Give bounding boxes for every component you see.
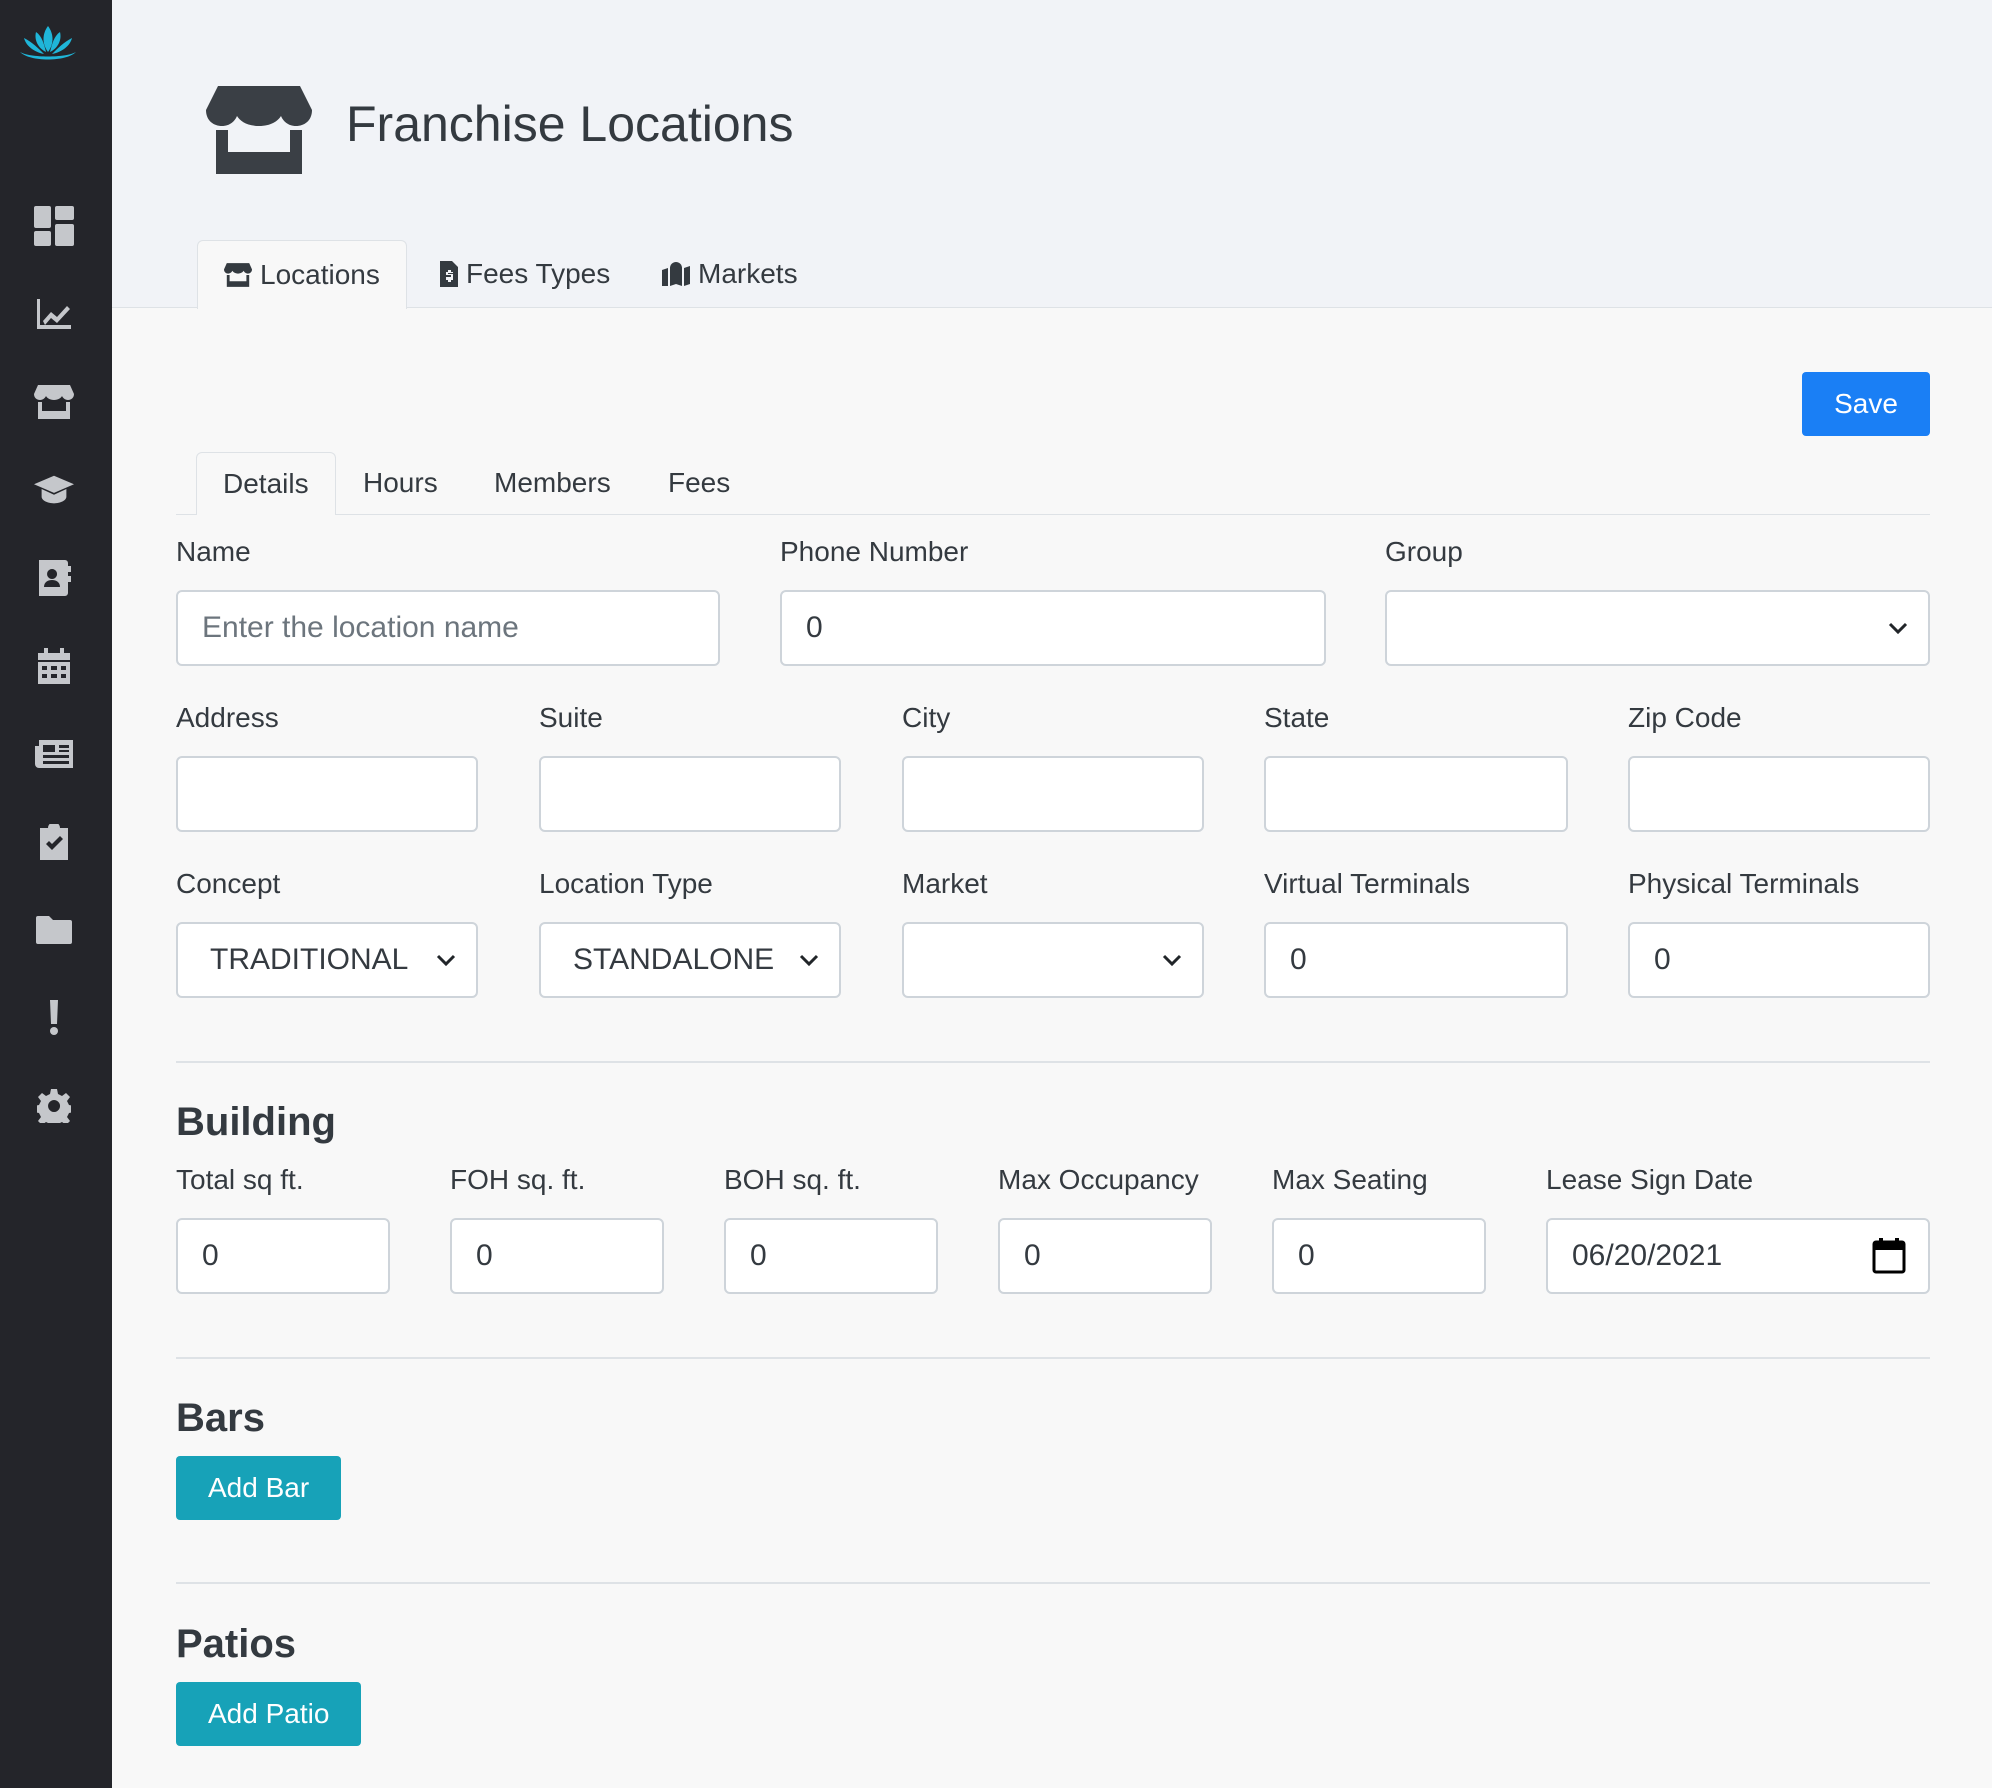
virtual-terminals-input[interactable]: 0 bbox=[1264, 922, 1568, 998]
bars-title: Bars bbox=[176, 1396, 265, 1440]
foh-sqft-value: 0 bbox=[476, 1239, 493, 1272]
phone-value: 0 bbox=[806, 611, 823, 644]
virtual-terminals-label: Virtual Terminals bbox=[1264, 868, 1470, 899]
max-occupancy-input[interactable]: 0 bbox=[998, 1218, 1212, 1294]
city-input[interactable] bbox=[902, 756, 1204, 832]
phone-input[interactable]: 0 bbox=[780, 590, 1326, 666]
tab-fees[interactable]: Fees bbox=[668, 452, 730, 514]
suite-input[interactable] bbox=[539, 756, 841, 832]
invoice-icon bbox=[440, 261, 458, 287]
max-occupancy-value: 0 bbox=[1024, 1239, 1041, 1272]
phone-label: Phone Number bbox=[780, 536, 969, 567]
concept-select[interactable]: TRADITIONAL bbox=[176, 922, 478, 998]
contact-card-icon[interactable] bbox=[34, 558, 74, 598]
name-input[interactable] bbox=[176, 590, 720, 666]
city-label: City bbox=[902, 702, 951, 733]
chevron-down-icon bbox=[799, 954, 819, 967]
tab-locations[interactable]: Locations bbox=[197, 240, 407, 309]
tab-label: Markets bbox=[698, 258, 798, 289]
store-icon bbox=[206, 86, 312, 174]
state-label: State bbox=[1264, 702, 1330, 733]
add-bar-button[interactable]: Add Bar bbox=[176, 1456, 342, 1520]
location-type-label: Location Type bbox=[539, 868, 713, 899]
tab-markets[interactable]: Markets bbox=[662, 240, 798, 308]
chevron-down-icon bbox=[1888, 622, 1908, 635]
exclamation-icon[interactable] bbox=[34, 998, 74, 1038]
add-patio-button[interactable]: Add Patio bbox=[176, 1682, 362, 1746]
group-label: Group bbox=[1385, 536, 1463, 567]
total-sqft-value: 0 bbox=[202, 1239, 219, 1272]
calendar-icon[interactable] bbox=[34, 646, 74, 686]
max-seating-value: 0 bbox=[1298, 1239, 1315, 1272]
address-input[interactable] bbox=[176, 756, 478, 832]
store-icon[interactable] bbox=[34, 382, 74, 422]
clipboard-check-icon[interactable] bbox=[34, 822, 74, 862]
suite-label: Suite bbox=[539, 702, 603, 733]
location-type-select[interactable]: STANDALONE bbox=[539, 922, 841, 998]
building-title: Building bbox=[176, 1100, 336, 1144]
tab-members[interactable]: Members bbox=[494, 452, 611, 514]
map-marker-icon bbox=[662, 262, 690, 286]
foh-sqft-input[interactable]: 0 bbox=[450, 1218, 664, 1294]
total-sqft-label: Total sq ft. bbox=[176, 1164, 304, 1195]
chevron-down-icon bbox=[1162, 954, 1182, 967]
graduation-cap-icon[interactable] bbox=[34, 470, 74, 510]
chart-icon[interactable] bbox=[34, 294, 74, 334]
max-occupancy-label: Max Occupancy bbox=[998, 1164, 1199, 1195]
tab-details[interactable]: Details bbox=[196, 452, 336, 515]
lease-sign-date-input[interactable]: 06/20/2021 bbox=[1546, 1218, 1930, 1294]
boh-sqft-input[interactable]: 0 bbox=[724, 1218, 938, 1294]
gear-icon[interactable] bbox=[34, 1086, 74, 1126]
max-seating-input[interactable]: 0 bbox=[1272, 1218, 1486, 1294]
max-seating-label: Max Seating bbox=[1272, 1164, 1428, 1195]
page-title: Franchise Locations bbox=[346, 96, 794, 152]
folder-icon[interactable] bbox=[34, 910, 74, 950]
section-divider bbox=[176, 1357, 1930, 1359]
lease-sign-date-label: Lease Sign Date bbox=[1546, 1164, 1754, 1195]
section-divider bbox=[176, 1061, 1930, 1063]
calendar-icon[interactable] bbox=[1872, 1238, 1906, 1274]
store-icon bbox=[224, 263, 252, 287]
location-type-value: STANDALONE bbox=[573, 943, 775, 976]
patios-title: Patios bbox=[176, 1622, 297, 1666]
sidebar bbox=[0, 0, 112, 1788]
tab-hours[interactable]: Hours bbox=[363, 452, 438, 514]
sub-tabs-divider bbox=[176, 514, 1930, 515]
state-input[interactable] bbox=[1264, 756, 1568, 832]
chevron-down-icon bbox=[436, 954, 456, 967]
tab-label: Fees Types bbox=[466, 258, 611, 289]
physical-terminals-input[interactable]: 0 bbox=[1628, 922, 1930, 998]
tab-fees-types[interactable]: Fees Types bbox=[440, 240, 610, 308]
zip-label: Zip Code bbox=[1628, 702, 1742, 733]
virtual-terminals-value: 0 bbox=[1290, 943, 1307, 976]
boh-sqft-value: 0 bbox=[750, 1239, 767, 1272]
newspaper-icon[interactable] bbox=[34, 734, 74, 774]
market-label: Market bbox=[902, 868, 988, 899]
dashboard-icon[interactable] bbox=[34, 206, 74, 246]
group-select[interactable] bbox=[1385, 590, 1930, 666]
physical-terminals-value: 0 bbox=[1654, 943, 1671, 976]
total-sqft-input[interactable]: 0 bbox=[176, 1218, 390, 1294]
lotus-logo-icon[interactable] bbox=[16, 22, 80, 62]
foh-sqft-label: FOH sq. ft. bbox=[450, 1164, 586, 1195]
address-label: Address bbox=[176, 702, 279, 733]
concept-value: TRADITIONAL bbox=[210, 943, 409, 976]
name-label: Name bbox=[176, 536, 251, 567]
zip-input[interactable] bbox=[1628, 756, 1930, 832]
market-select[interactable] bbox=[902, 922, 1204, 998]
boh-sqft-label: BOH sq. ft. bbox=[724, 1164, 861, 1195]
physical-terminals-label: Physical Terminals bbox=[1628, 868, 1860, 899]
section-divider bbox=[176, 1582, 1930, 1584]
tab-label: Locations bbox=[260, 259, 380, 290]
save-button[interactable]: Save bbox=[1802, 372, 1930, 436]
lease-sign-date-value: 06/20/2021 bbox=[1572, 1239, 1723, 1272]
concept-label: Concept bbox=[176, 868, 281, 899]
